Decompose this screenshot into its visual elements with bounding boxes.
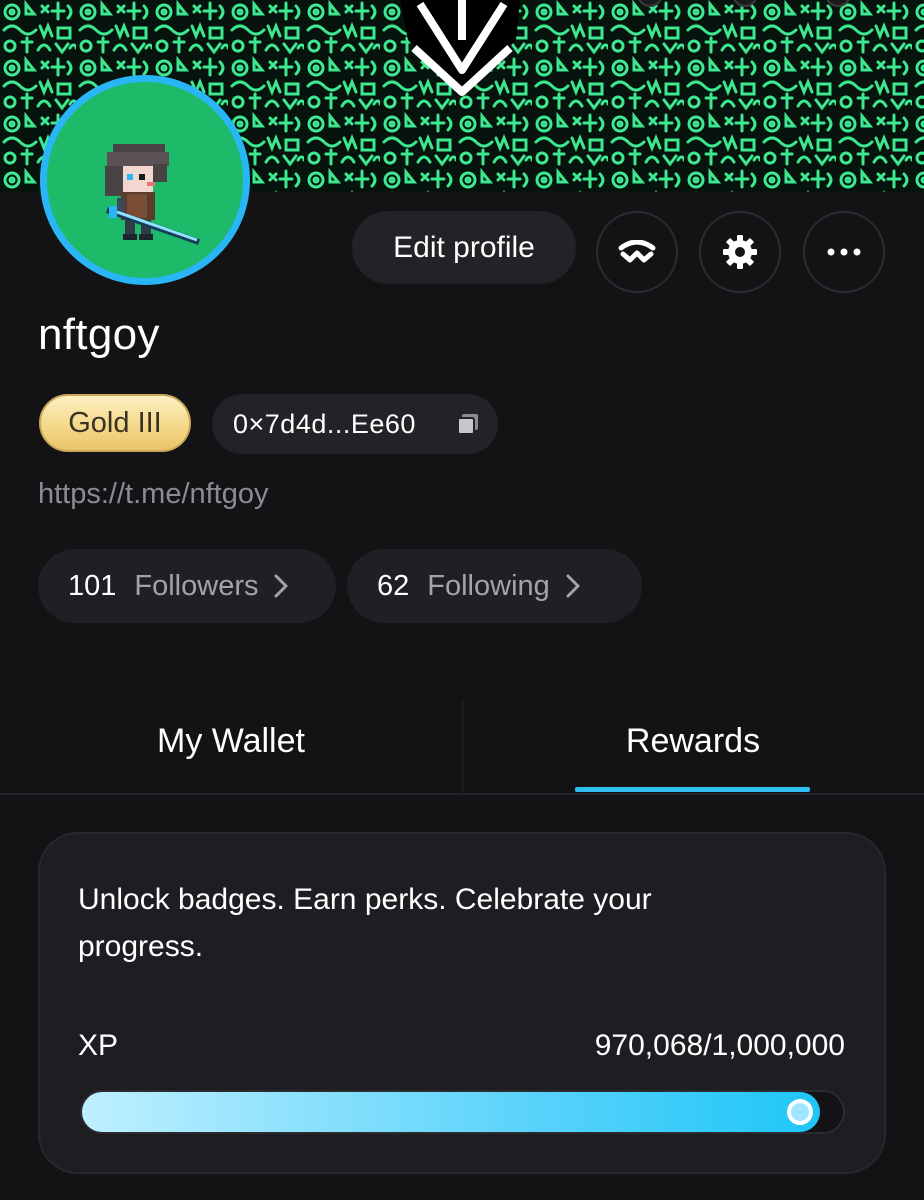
copy-icon[interactable] [456,412,480,441]
rewards-description: Unlock badges. Earn perks. Celebrate you… [78,883,652,963]
following-button[interactable]: 62 Following [347,549,642,623]
wallet-address: 0×7d4d...Ee60 [233,408,416,439]
more-dots-icon [827,248,861,256]
xp-value: 970,068/1,000,000 [594,1029,845,1062]
following-count: 62 [377,569,410,602]
chevron-right-icon [274,574,288,598]
gear-icon [723,235,757,269]
walletconnect-button[interactable] [596,211,678,293]
edit-profile-button[interactable]: Edit profile [352,211,576,284]
rank-badge: Gold III [39,394,191,452]
following-label: Following [427,569,550,602]
avatar[interactable] [40,75,250,285]
tabs-bottom-divider [0,793,924,795]
xp-progress-knob [787,1099,813,1125]
settings-button[interactable] [699,211,781,293]
xp-label: XP [78,1029,119,1062]
pixel-character-avatar [47,82,243,278]
profile-link[interactable]: https://t.me/nftgoy [38,478,269,511]
followers-button[interactable]: 101 Followers [38,549,336,623]
tab-rewards[interactable]: Rewards [462,722,924,761]
username: nftgoy [38,310,160,359]
walletconnect-icon [618,240,656,263]
xp-progress-fill [82,1092,820,1132]
followers-label: Followers [134,569,259,602]
followers-count: 101 [68,569,117,602]
tab-my-wallet[interactable]: My Wallet [0,722,462,761]
more-options-button[interactable] [803,211,885,293]
active-tab-indicator [575,787,810,792]
chevron-right-icon [566,574,580,598]
